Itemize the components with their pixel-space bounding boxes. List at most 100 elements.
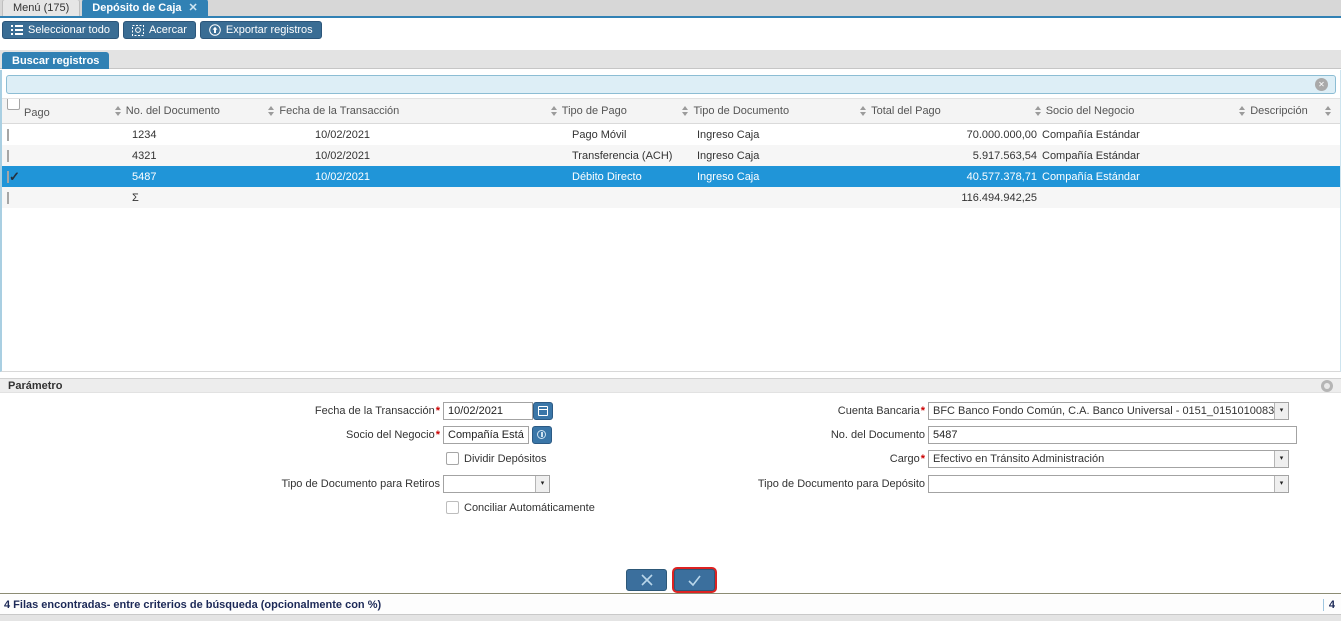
- tipo-doc-deposito-label: Tipo de Documento para Depósito: [757, 478, 925, 490]
- cell-fecha: 10/02/2021: [315, 149, 371, 162]
- export-button[interactable]: Exportar registros: [199, 21, 322, 39]
- tab-menu[interactable]: Menú (175): [2, 0, 81, 16]
- column-label-total: Total del Pago: [871, 105, 941, 117]
- cell-socio: Compañía Estándar: [1042, 170, 1140, 183]
- chevron-down-icon[interactable]: ▾: [1274, 476, 1288, 492]
- column-label-descripcion: Descripción: [1250, 105, 1308, 117]
- table-row[interactable]: 4321 10/02/2021 Transferencia (ACH) Ingr…: [2, 145, 1340, 166]
- column-header-extra[interactable]: [1325, 99, 1340, 123]
- cell-total: 5.917.563,54: [972, 149, 1037, 162]
- chevron-down-icon[interactable]: ▾: [535, 476, 549, 492]
- tipo-doc-retiros-select[interactable]: ▾: [443, 475, 550, 493]
- row-checkbox[interactable]: [7, 149, 9, 162]
- column-header-fecha[interactable]: Fecha de la Transacción: [266, 99, 550, 123]
- window-tab-bar: Menú (175) Depósito de Caja ✕: [0, 0, 1341, 18]
- fecha-transaccion-label: Fecha de la Transacción*: [314, 405, 440, 417]
- close-icon[interactable]: ✕: [189, 1, 198, 14]
- chevron-down-icon[interactable]: ▾: [1274, 451, 1288, 467]
- sort-icon[interactable]: [682, 106, 689, 116]
- column-label-socio: Socio del Negocio: [1045, 105, 1135, 117]
- column-label-tipo-pago: Tipo de Pago: [561, 105, 627, 117]
- tab-buscar-registros[interactable]: Buscar registros: [2, 52, 110, 69]
- chevron-down-icon[interactable]: ▾: [1274, 403, 1288, 419]
- no-documento-input[interactable]: [928, 426, 1297, 444]
- tab-deposito-de-caja[interactable]: Depósito de Caja ✕: [82, 0, 208, 16]
- no-documento-label: No. del Documento: [830, 429, 925, 441]
- column-header-descripcion[interactable]: Descripción: [1237, 99, 1325, 123]
- tipo-doc-deposito-select[interactable]: ▾: [928, 475, 1289, 493]
- column-label-documento: No. del Documento: [125, 105, 220, 117]
- row-checkbox-checked[interactable]: [7, 170, 9, 183]
- sort-icon[interactable]: [860, 106, 867, 116]
- status-divider: [1322, 598, 1324, 611]
- column-label-fecha: Fecha de la Transacción: [279, 105, 400, 117]
- column-header-tipo-pago[interactable]: Tipo de Pago: [550, 99, 683, 123]
- search-input[interactable]: [6, 75, 1336, 94]
- status-bar: 4 Filas encontradas- entre criterios de …: [0, 595, 1341, 614]
- select-all-checkbox[interactable]: [7, 99, 20, 110]
- export-icon: [209, 24, 221, 36]
- column-header-total[interactable]: Total del Pago: [860, 99, 1035, 123]
- cargo-label: Cargo*: [889, 453, 925, 465]
- cell-socio: Compañía Estándar: [1042, 149, 1140, 162]
- cell-total: 40.577.378,71: [966, 170, 1037, 183]
- collapse-section-icon[interactable]: [1321, 380, 1333, 392]
- zoom-label: Acercar: [148, 24, 187, 36]
- column-label-tipo-documento: Tipo de Documento: [693, 105, 790, 117]
- sum-total: 116.494.942,25: [961, 191, 1037, 204]
- conciliar-checkbox[interactable]: [446, 501, 459, 514]
- cancel-button[interactable]: [626, 569, 667, 591]
- required-marker: *: [435, 429, 440, 441]
- table-sum-row: Σ 116.494.942,25: [2, 187, 1340, 208]
- cargo-select[interactable]: Efectivo en Tránsito Administración ▾: [928, 450, 1289, 468]
- tab-active-label: Depósito de Caja: [92, 1, 182, 14]
- cell-socio: Compañía Estándar: [1042, 128, 1140, 141]
- sort-icon[interactable]: [1325, 106, 1332, 116]
- cuenta-bancaria-select[interactable]: BFC Banco Fondo Común, C.A. Banco Univer…: [928, 402, 1289, 420]
- fecha-transaccion-input[interactable]: [443, 402, 533, 420]
- cuenta-bancaria-label: Cuenta Bancaria*: [837, 405, 925, 417]
- column-header-tipo-documento[interactable]: Tipo de Documento: [682, 99, 860, 123]
- cell-documento: 5487: [132, 170, 157, 183]
- footer-actions: [0, 569, 1341, 591]
- sort-icon[interactable]: [550, 106, 557, 116]
- app-window: Menú (175) Depósito de Caja ✕ Selecciona…: [0, 0, 1341, 621]
- status-message: 4 Filas encontradas- entre criterios de …: [4, 598, 382, 611]
- confirm-button[interactable]: [674, 569, 715, 591]
- calendar-button[interactable]: [533, 402, 553, 420]
- column-header-documento[interactable]: No. del Documento: [112, 99, 267, 123]
- sort-icon[interactable]: [1239, 106, 1246, 116]
- table-row-selected[interactable]: 5487 10/02/2021 Débito Directo Ingreso C…: [2, 166, 1340, 187]
- cuenta-bancaria-value: BFC Banco Fondo Común, C.A. Banco Univer…: [933, 405, 1274, 417]
- business-partner-lookup-button[interactable]: [532, 426, 552, 444]
- dividir-depositos-checkbox[interactable]: [446, 452, 459, 465]
- column-header-pago[interactable]: Pago: [2, 99, 112, 123]
- sort-icon[interactable]: [268, 106, 275, 116]
- select-all-button[interactable]: Seleccionar todo: [2, 21, 119, 39]
- confirm-check-icon: [688, 575, 701, 586]
- cell-tipo-documento: Ingreso Caja: [697, 128, 760, 141]
- cell-documento: 1234: [132, 128, 157, 141]
- select-all-label: Seleccionar todo: [28, 24, 110, 36]
- cell-tipo-pago: Pago Móvil: [572, 128, 627, 141]
- tipo-doc-retiros-label: Tipo de Documento para Retiros: [281, 478, 440, 490]
- cell-tipo-documento: Ingreso Caja: [697, 170, 760, 183]
- bottom-strip: [0, 614, 1341, 621]
- cell-total: 70.000.000,00: [966, 128, 1037, 141]
- socio-negocio-input[interactable]: [443, 426, 529, 444]
- row-checkbox[interactable]: [7, 191, 9, 204]
- export-label: Exportar registros: [225, 24, 313, 36]
- required-marker: *: [920, 453, 925, 465]
- socio-negocio-label: Socio del Negocio*: [346, 429, 440, 441]
- search-row: ✕: [2, 70, 1340, 98]
- row-checkbox[interactable]: [7, 128, 9, 141]
- list-icon: [11, 24, 23, 36]
- zoom-window-icon: [131, 24, 144, 36]
- cell-fecha: 10/02/2021: [315, 128, 371, 141]
- sort-icon[interactable]: [1034, 106, 1041, 116]
- column-header-socio[interactable]: Socio del Negocio: [1034, 99, 1238, 123]
- zoom-button[interactable]: Acercar: [122, 21, 196, 39]
- table-row[interactable]: 1234 10/02/2021 Pago Móvil Ingreso Caja …: [2, 124, 1340, 145]
- clear-search-icon[interactable]: ✕: [1315, 78, 1328, 91]
- sort-icon[interactable]: [114, 106, 121, 116]
